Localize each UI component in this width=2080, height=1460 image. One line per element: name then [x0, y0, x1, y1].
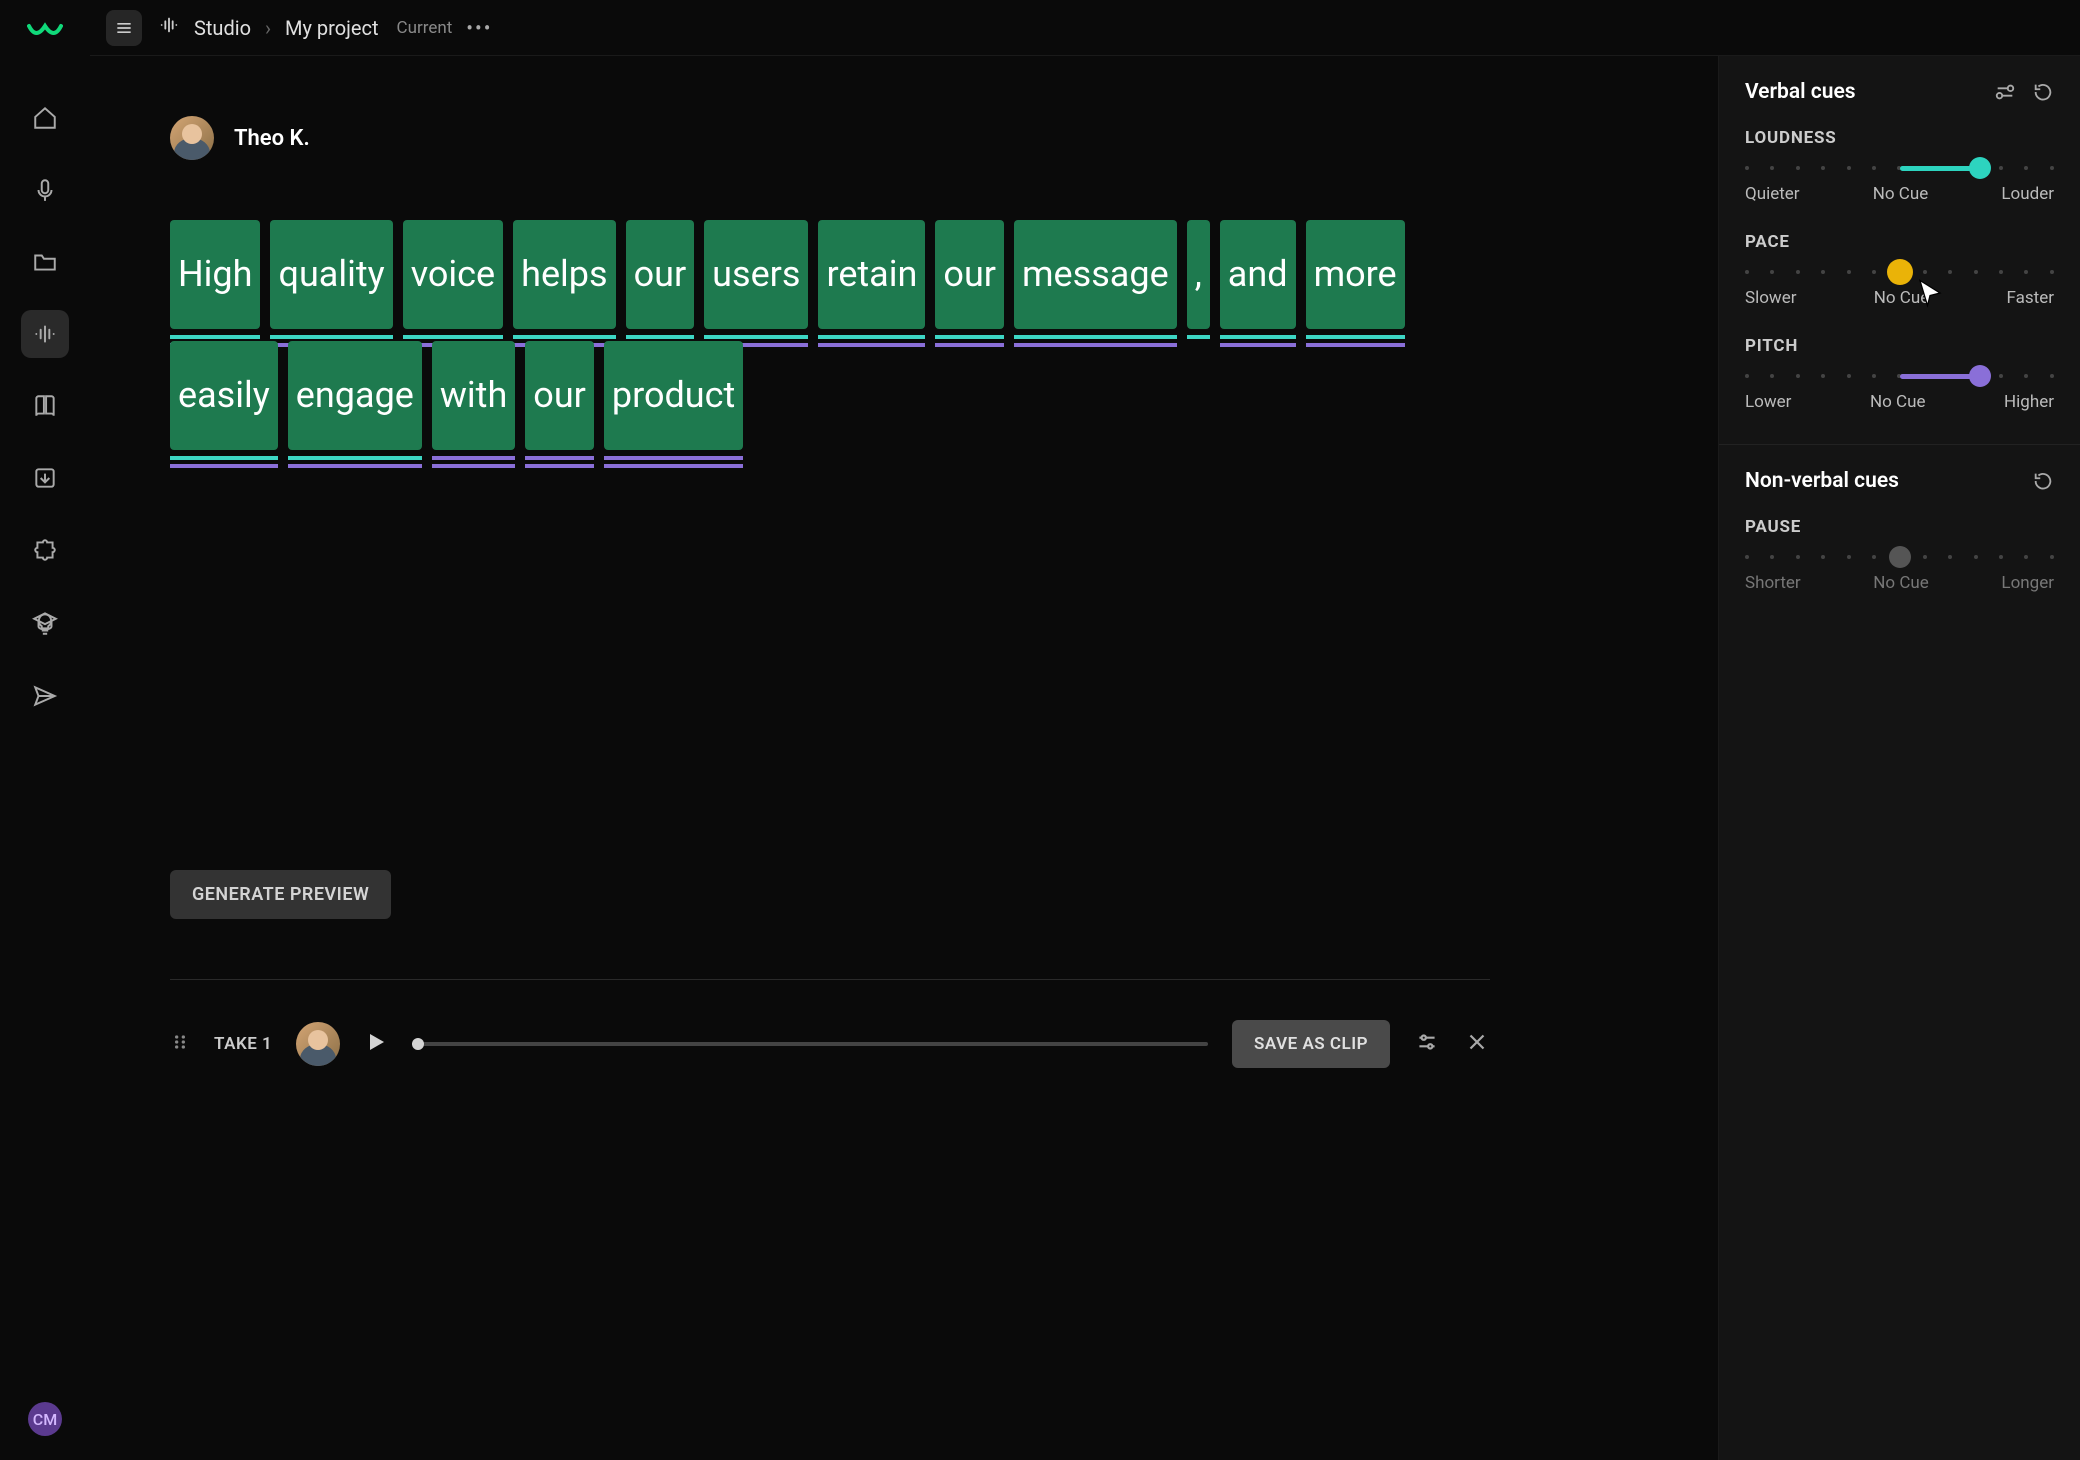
lightbulb-icon[interactable] — [21, 600, 69, 648]
play-button[interactable] — [364, 1030, 388, 1058]
pace-left-label: Slower — [1745, 288, 1796, 308]
pause-label: PAUSE — [1745, 517, 2054, 537]
script-word[interactable]: easily — [170, 341, 278, 450]
verbal-cues-section: Verbal cues LOUDNESS Quieter No Cue Loud… — [1719, 56, 2080, 445]
loudness-left-label: Quieter — [1745, 184, 1800, 204]
script-word[interactable]: more — [1306, 220, 1405, 329]
pause-right-label: Longer — [2001, 573, 2054, 593]
breadcrumb-badge: Current — [397, 18, 453, 38]
book-icon[interactable] — [21, 382, 69, 430]
nonverbal-cues-section: Non-verbal cues PAUSE Shorter No Cue Lon… — [1719, 445, 2080, 645]
script-word[interactable]: retain — [818, 220, 925, 329]
pace-slider-group: PACE Slower No Cue Faster — [1745, 232, 2054, 308]
pace-label: PACE — [1745, 232, 2054, 252]
mic-icon[interactable] — [21, 166, 69, 214]
pause-mid-label: No Cue — [1873, 573, 1929, 593]
breadcrumb: Studio › My project Current ••• — [158, 14, 493, 41]
pause-left-label: Shorter — [1745, 573, 1801, 593]
speaker-name: Theo K. — [234, 126, 310, 151]
loudness-slider-group: LOUDNESS Quieter No Cue Louder — [1745, 128, 2054, 204]
pause-slider[interactable] — [1745, 553, 2054, 561]
nonverbal-cues-title: Non-verbal cues — [1745, 469, 1899, 493]
top-bar: Studio › My project Current ••• — [90, 0, 2080, 56]
folder-icon[interactable] — [21, 238, 69, 286]
close-icon[interactable] — [1464, 1029, 1490, 1059]
pitch-right-label: Higher — [2004, 392, 2054, 412]
script-word[interactable]: High — [170, 220, 260, 329]
export-icon[interactable] — [21, 454, 69, 502]
pace-slider[interactable] — [1745, 268, 2054, 276]
send-icon[interactable] — [21, 672, 69, 720]
pitch-mid-label: No Cue — [1870, 392, 1926, 412]
loudness-thumb[interactable] — [1969, 157, 1991, 179]
loudness-right-label: Louder — [2001, 184, 2054, 204]
sliders-icon[interactable] — [1414, 1029, 1440, 1059]
take-avatar[interactable] — [296, 1022, 340, 1066]
loudness-label: LOUDNESS — [1745, 128, 2054, 148]
script-word[interactable]: product — [604, 341, 743, 450]
save-as-clip-button[interactable]: SAVE AS CLIP — [1232, 1020, 1390, 1068]
pitch-slider[interactable] — [1745, 372, 2054, 380]
right-panel: Verbal cues LOUDNESS Quieter No Cue Loud… — [1718, 56, 2080, 1460]
drag-handle-icon[interactable] — [170, 1032, 190, 1056]
script-word[interactable]: our — [935, 220, 1004, 329]
settings-toggle-icon[interactable] — [1994, 81, 2016, 103]
user-avatar-badge[interactable]: CM — [28, 1402, 62, 1436]
breadcrumb-project[interactable]: My project — [285, 16, 379, 40]
speaker-row: Theo K. — [170, 116, 1638, 160]
script-word[interactable]: and — [1220, 220, 1296, 329]
pitch-slider-group: PITCH Lower No Cue Higher — [1745, 336, 2054, 412]
take-bar: TAKE 1 SAVE AS CLIP — [170, 979, 1490, 1068]
generate-preview-button[interactable]: GENERATE PREVIEW — [170, 870, 391, 919]
home-icon[interactable] — [21, 94, 69, 142]
loudness-mid-label: No Cue — [1873, 184, 1929, 204]
pace-right-label: Faster — [2007, 288, 2054, 308]
pause-thumb[interactable] — [1889, 546, 1911, 568]
pace-thumb[interactable] — [1887, 259, 1913, 285]
reset-nonverbal-icon[interactable] — [2032, 470, 2054, 492]
script-word[interactable]: users — [704, 220, 808, 329]
script-word[interactable]: , — [1187, 220, 1210, 329]
speaker-avatar[interactable] — [170, 116, 214, 160]
waveform-small-icon — [158, 14, 180, 41]
pitch-label: PITCH — [1745, 336, 2054, 356]
left-icon-rail: CM — [0, 0, 90, 1460]
pitch-thumb[interactable] — [1969, 365, 1991, 387]
script-word[interactable]: message — [1014, 220, 1177, 329]
script-word[interactable]: engage — [288, 341, 422, 450]
pause-slider-group: PAUSE Shorter No Cue Longer — [1745, 517, 2054, 593]
breadcrumb-studio[interactable]: Studio — [194, 16, 251, 40]
script-word[interactable]: helps — [513, 220, 615, 329]
script-word[interactable]: our — [525, 341, 594, 450]
pace-mid-label: No Cue — [1874, 288, 1930, 308]
menu-toggle-button[interactable] — [106, 10, 142, 46]
verbal-cues-title: Verbal cues — [1745, 80, 1856, 104]
script-word[interactable]: with — [432, 341, 515, 450]
playback-progress[interactable] — [412, 1042, 1208, 1046]
loudness-slider[interactable] — [1745, 164, 2054, 172]
script-word[interactable]: quality — [270, 220, 392, 329]
chevron-right-icon: › — [265, 16, 271, 40]
script-word[interactable]: voice — [403, 220, 503, 329]
more-menu-icon[interactable]: ••• — [466, 16, 492, 40]
script-word[interactable]: our — [626, 220, 695, 329]
pitch-left-label: Lower — [1745, 392, 1791, 412]
script-text-area[interactable]: Highqualityvoicehelpsourusersretainourme… — [170, 220, 1450, 450]
main-editor: Theo K. Highqualityvoicehelpsourusersret… — [90, 56, 1718, 1460]
waveform-icon[interactable] — [21, 310, 69, 358]
reset-icon[interactable] — [2032, 81, 2054, 103]
app-logo — [27, 20, 63, 44]
puzzle-icon[interactable] — [21, 526, 69, 574]
take-label: TAKE 1 — [214, 1034, 272, 1054]
